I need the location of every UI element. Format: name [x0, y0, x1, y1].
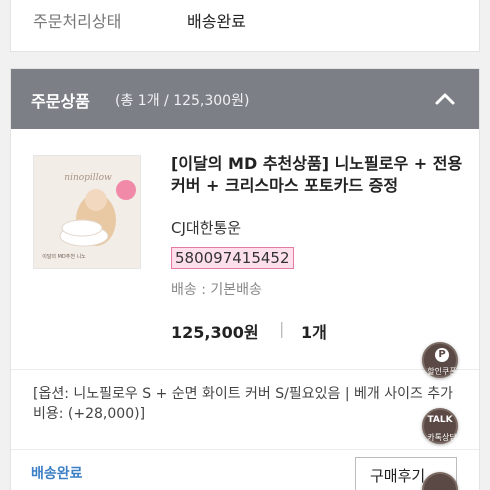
item-divider — [11, 369, 479, 370]
thumbnail-caption: 이달의 MD추천 니노 — [42, 253, 86, 260]
discount-coupon-button[interactable]: P 할인쿠폰 — [422, 342, 458, 378]
product-price: 125,300원 — [171, 323, 259, 342]
kakao-talk-button[interactable]: TALK 카톡상담 — [422, 408, 458, 444]
coupon-label: 할인쿠폰 — [427, 367, 457, 376]
shipping-carrier: CJ대한통운 — [171, 219, 242, 237]
ordered-products-title: 주문상품 — [31, 92, 90, 111]
talk-label: 카톡상담 — [427, 433, 457, 442]
product-option-text: [옵션: 니노필로우 S + 순면 화이트 커버 S/필요있음 | 베개 사이즈… — [33, 386, 454, 422]
thumbnail-brand-text: ninopillow — [64, 173, 112, 183]
order-status-label: 주문처리상태 — [33, 12, 122, 31]
shipping-method: 배송 : 기본배송 — [171, 282, 262, 298]
ordered-products-summary: (총 1개 / 125,300원) — [115, 93, 250, 109]
item-delivery-status: 배송완료 — [31, 466, 83, 482]
ordered-products-card: 주문상품 (총 1개 / 125,300원) ninopillow 이달의 MD… — [10, 68, 480, 490]
price-quantity-separator: | — [279, 319, 285, 338]
chevron-up-icon[interactable] — [431, 85, 459, 113]
ordered-products-header[interactable]: 주문상품 (총 1개 / 125,300원) — [11, 69, 479, 129]
product-quantity: 1개 — [301, 323, 327, 342]
tracking-number-link[interactable]: 580097415452 — [171, 247, 294, 269]
product-image: ninopillow 이달의 MD추천 니노 — [34, 156, 140, 268]
product-name-link[interactable]: [이달의 MD 추천상품] 니노필로우 + 전용커버 + 크리스마스 포토카드 … — [171, 153, 463, 197]
order-status-value: 배송완료 — [187, 12, 246, 31]
footer-divider — [11, 449, 479, 450]
order-status-card: 주문처리상태 배송완료 — [10, 0, 480, 52]
product-thumbnail[interactable]: ninopillow 이달의 MD추천 니노 — [33, 155, 141, 269]
talk-icon: TALK — [427, 415, 453, 425]
coupon-icon: P — [435, 348, 449, 362]
